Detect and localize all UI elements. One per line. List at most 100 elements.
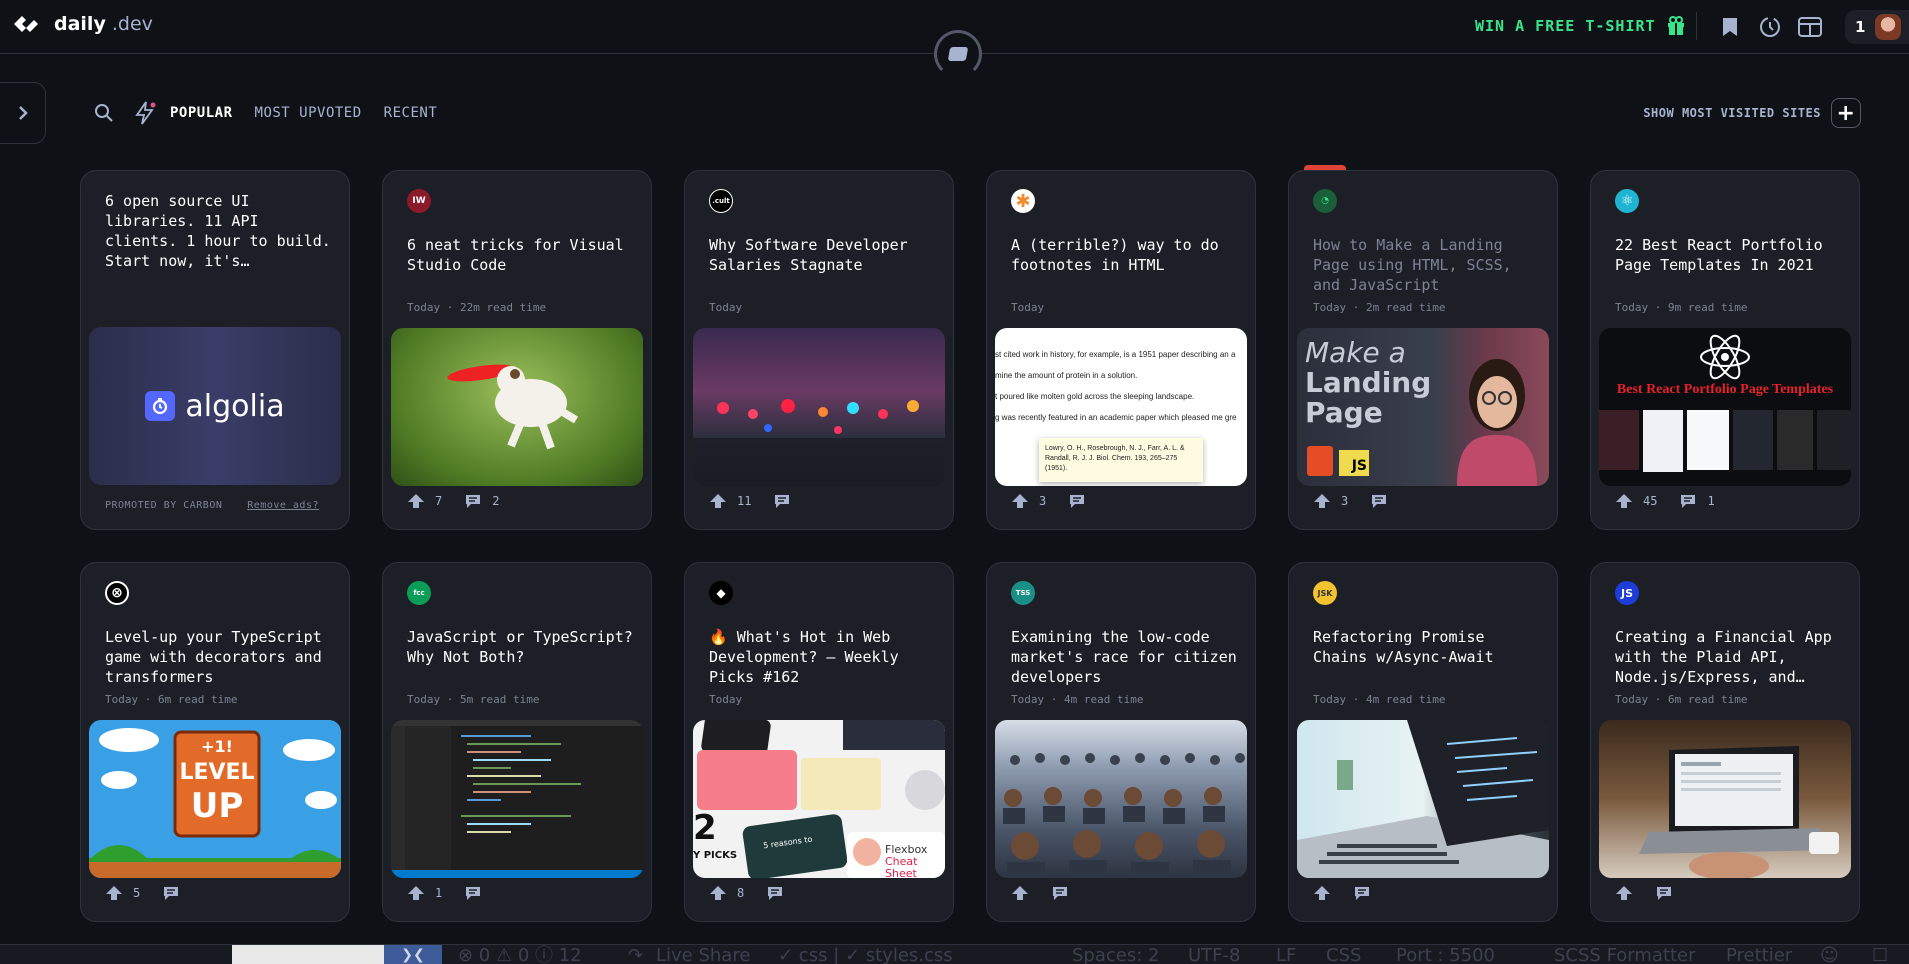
- post-meta: Today · 9m read time: [1615, 301, 1748, 314]
- history-icon[interactable]: [1756, 13, 1784, 41]
- search-icon[interactable]: [92, 101, 116, 125]
- post-meta: Today · 4m read time: [1313, 693, 1446, 706]
- comment-button[interactable]: [1370, 493, 1388, 509]
- upvote-button[interactable]: 8: [709, 885, 744, 901]
- live-server-port[interactable]: Port : 5500: [1396, 945, 1495, 964]
- profile-button[interactable]: 1: [1845, 10, 1909, 44]
- source-avatar[interactable]: ◔: [1313, 189, 1337, 213]
- sidebar-toggle-button[interactable]: [0, 82, 46, 144]
- encoding-indicator[interactable]: UTF-8: [1188, 945, 1240, 964]
- comment-button[interactable]: [1655, 885, 1673, 901]
- upvote-count: 11: [737, 494, 752, 508]
- editor-status-bar: ❯❮ ⊗ 0 ⚠ 0 ⓘ 12 ↷ Live Share ✓ css | ✓ s…: [0, 944, 1909, 964]
- logo-text: daily: [54, 13, 106, 35]
- live-share-button[interactable]: Live Share: [656, 945, 750, 964]
- post-card[interactable]: TSS Examining the low-code market's race…: [986, 562, 1256, 922]
- post-actions: [1615, 885, 1695, 901]
- post-card[interactable]: IW 6 neat tricks for Visual Studio Code …: [382, 170, 652, 530]
- source-avatar[interactable]: ◆: [709, 581, 733, 605]
- comment-button[interactable]: [464, 885, 482, 901]
- source-avatar[interactable]: ⊗: [105, 581, 129, 605]
- scss-formatter[interactable]: SCSS Formatter: [1554, 945, 1696, 964]
- upvote-icon: [1314, 886, 1330, 900]
- comment-icon: [1070, 495, 1085, 508]
- post-card[interactable]: JS Creating a Financial App with the Pla…: [1590, 562, 1860, 922]
- post-card[interactable]: JSK Refactoring Promise Chains w/Async-A…: [1288, 562, 1558, 922]
- algolia-icon: [145, 391, 176, 421]
- win-tshirt-link[interactable]: WIN A FREE T-SHIRT: [1475, 16, 1686, 36]
- promo-text: 6 open source UI libraries. 11 API clien…: [105, 192, 331, 270]
- language-indicator[interactable]: CSS: [1326, 945, 1361, 964]
- upvote-button[interactable]: 5: [105, 885, 140, 901]
- reputation-count: 1: [1855, 18, 1866, 36]
- post-card[interactable]: fcc JavaScript or TypeScript? Why Not Bo…: [382, 562, 652, 922]
- post-card[interactable]: ⚛ 22 Best React Portfolio Page Templates…: [1590, 170, 1860, 530]
- landing-text: Landing: [1305, 366, 1432, 399]
- post-card[interactable]: .cult Why Software Developer Salaries St…: [684, 170, 954, 530]
- post-image: st cited work in history, for example, i…: [995, 328, 1247, 486]
- promo-image: algolia: [89, 327, 341, 485]
- comment-button[interactable]: [162, 885, 180, 901]
- upvote-button[interactable]: 1: [407, 885, 442, 901]
- post-card[interactable]: ◔ How to Make a Landing Page using HTML,…: [1288, 170, 1558, 530]
- comment-icon: [466, 495, 481, 508]
- upvote-icon: [710, 886, 726, 900]
- most-visited-toggle[interactable]: SHOW MOST VISITED SITES +: [1643, 98, 1861, 128]
- comment-icon: [1053, 887, 1067, 900]
- source-avatar[interactable]: .cult: [709, 189, 733, 213]
- source-avatar[interactable]: JS: [1615, 581, 1639, 605]
- indentation-indicator[interactable]: Spaces: 2: [1072, 945, 1159, 964]
- upvote-count: 3: [1039, 494, 1047, 508]
- post-card[interactable]: ◆ 🔥 What's Hot in Web Development? — Wee…: [684, 562, 954, 922]
- plus-icon[interactable]: +: [1831, 98, 1861, 128]
- upvote-button[interactable]: 3: [1011, 493, 1046, 509]
- upvote-icon: [1012, 494, 1028, 508]
- source-avatar[interactable]: JSK: [1313, 581, 1337, 605]
- notifications-icon[interactable]: ☐: [1872, 945, 1888, 964]
- source-avatar[interactable]: IW: [407, 189, 431, 213]
- remove-ads-link[interactable]: Remove ads?: [247, 500, 319, 511]
- footnote-line: st cited work in history, for example, i…: [995, 350, 1236, 359]
- upvote-button[interactable]: 45: [1615, 493, 1657, 509]
- tab-recent[interactable]: RECENT: [384, 105, 438, 121]
- post-card[interactable]: ✱ A (terrible?) way to do footnotes in H…: [986, 170, 1256, 530]
- post-meta: Today · 22m read time: [407, 301, 547, 314]
- comment-button[interactable]: [773, 493, 801, 509]
- daily-dev-logo[interactable]: daily .dev: [12, 12, 153, 36]
- post-card[interactable]: ⊗ Level-up your TypeScript game with dec…: [80, 562, 350, 922]
- problems-indicator[interactable]: ⊗ 0 ⚠ 0 ⓘ 12: [458, 945, 582, 964]
- upvote-button[interactable]: 7: [407, 493, 442, 509]
- comment-button[interactable]: [1068, 493, 1086, 509]
- comment-button[interactable]: [1051, 885, 1069, 901]
- upvote-button[interactable]: [1615, 885, 1633, 901]
- comment-button[interactable]: 1: [1679, 493, 1715, 509]
- feedback-icon[interactable]: ☺: [1820, 945, 1839, 964]
- comment-button[interactable]: [1353, 885, 1371, 901]
- upvote-icon: [1616, 886, 1632, 900]
- upvote-button[interactable]: 3: [1313, 493, 1348, 509]
- comment-button[interactable]: [766, 885, 784, 901]
- tab-popular[interactable]: POPULAR: [170, 105, 233, 121]
- layout-icon[interactable]: [1796, 13, 1824, 41]
- eol-indicator[interactable]: LF: [1276, 945, 1296, 964]
- upvote-button[interactable]: 11: [709, 493, 751, 509]
- post-actions: 3: [1313, 493, 1410, 509]
- prettier-indicator[interactable]: Prettier: [1726, 945, 1792, 964]
- source-avatar[interactable]: TSS: [1011, 581, 1035, 605]
- remote-indicator[interactable]: ❯❮: [384, 945, 442, 964]
- live-share-icon[interactable]: ↷: [628, 945, 643, 964]
- tab-most-upvoted[interactable]: MOST UPVOTED: [255, 105, 362, 121]
- promo-card[interactable]: 6 open source UI libraries. 11 API clien…: [80, 170, 350, 530]
- upvote-button[interactable]: [1011, 885, 1029, 901]
- comment-button[interactable]: 2: [464, 493, 499, 509]
- feed-filter-icon[interactable]: [132, 100, 158, 126]
- css-file-indicator[interactable]: ✓ css | ✓ styles.css: [778, 945, 953, 964]
- source-avatar[interactable]: ✱: [1011, 189, 1035, 213]
- upvote-count: 45: [1643, 494, 1658, 508]
- loader-card-icon: [947, 47, 969, 61]
- weekly-picks-text: Y PICKS: [693, 850, 738, 861]
- bookmark-icon[interactable]: [1716, 13, 1744, 41]
- source-avatar[interactable]: fcc: [407, 581, 431, 605]
- upvote-button[interactable]: [1313, 885, 1331, 901]
- source-avatar[interactable]: ⚛: [1615, 189, 1639, 213]
